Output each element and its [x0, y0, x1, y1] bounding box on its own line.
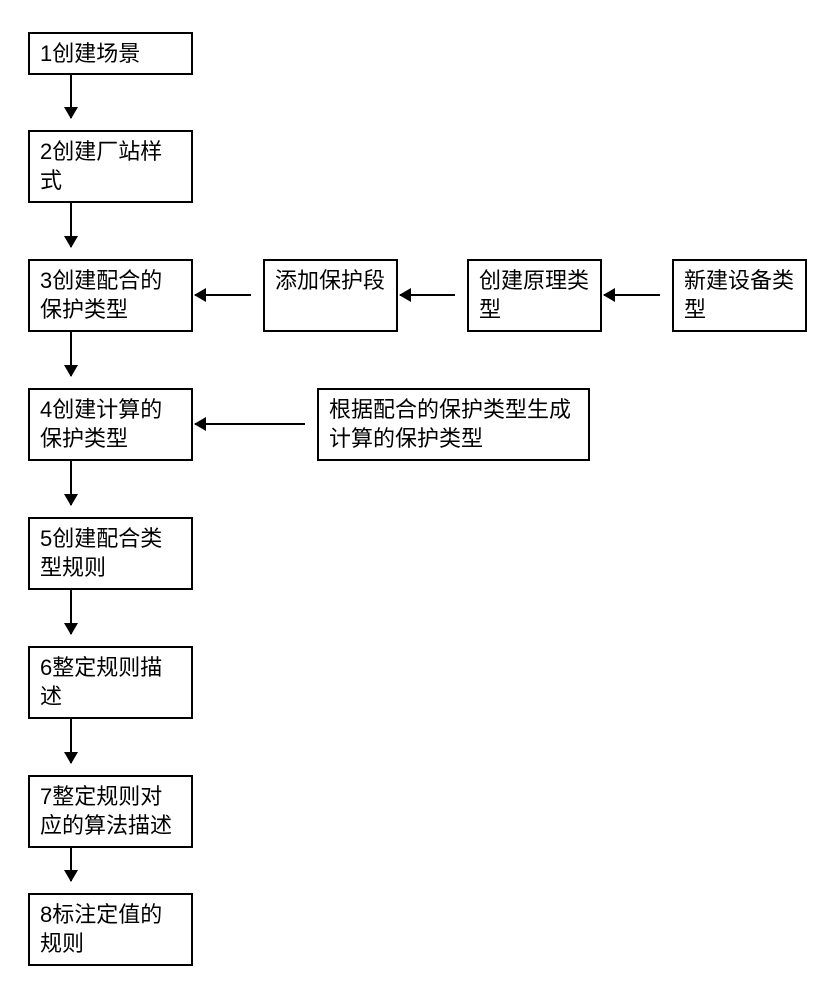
- side-label: 根据配合的保护类型生成计算的保护类型: [329, 396, 578, 453]
- step-label: 6整定规则描述: [40, 654, 181, 711]
- arrow-down-icon: [70, 719, 72, 763]
- flowchart-step-1: 1创建场景: [28, 32, 193, 75]
- arrow-left-icon: [400, 294, 455, 296]
- flowchart-step-6: 6整定规则描述: [28, 646, 193, 719]
- side-label: 新建设备类型: [684, 267, 795, 324]
- side-box-create-principle-type: 创建原理类型: [467, 259, 602, 332]
- arrow-down-icon: [70, 75, 72, 118]
- side-box-new-device-type: 新建设备类型: [672, 259, 807, 332]
- arrow-down-icon: [70, 332, 72, 376]
- arrow-left-icon: [195, 423, 305, 425]
- side-label: 创建原理类型: [479, 267, 590, 324]
- arrow-left-icon: [604, 294, 660, 296]
- flowchart-step-4: 4创建计算的保护类型: [28, 388, 193, 461]
- arrow-down-icon: [70, 203, 72, 247]
- flowchart-step-2: 2创建厂站样式: [28, 130, 193, 203]
- side-box-add-protection-segment: 添加保护段: [263, 259, 398, 332]
- flowchart-step-8: 8标注定值的规则: [28, 893, 193, 966]
- step-label: 5创建配合类型规则: [40, 525, 181, 582]
- step-label: 7整定规则对应的算法描述: [40, 783, 181, 840]
- step-label: 8标注定值的规则: [40, 901, 181, 958]
- step-label: 2创建厂站样式: [40, 138, 181, 195]
- flowchart-step-5: 5创建配合类型规则: [28, 517, 193, 590]
- arrow-down-icon: [70, 848, 72, 881]
- step-label: 1创建场景: [40, 40, 140, 69]
- arrow-left-icon: [195, 294, 251, 296]
- side-label: 添加保护段: [275, 267, 385, 296]
- step-label: 4创建计算的保护类型: [40, 396, 181, 453]
- arrow-down-icon: [70, 590, 72, 634]
- flowchart-step-3: 3创建配合的保护类型: [28, 259, 193, 332]
- step-label: 3创建配合的保护类型: [40, 267, 181, 324]
- arrow-down-icon: [70, 461, 72, 505]
- side-box-generate-calc-protection-type: 根据配合的保护类型生成计算的保护类型: [317, 388, 590, 461]
- flowchart-step-7: 7整定规则对应的算法描述: [28, 775, 193, 848]
